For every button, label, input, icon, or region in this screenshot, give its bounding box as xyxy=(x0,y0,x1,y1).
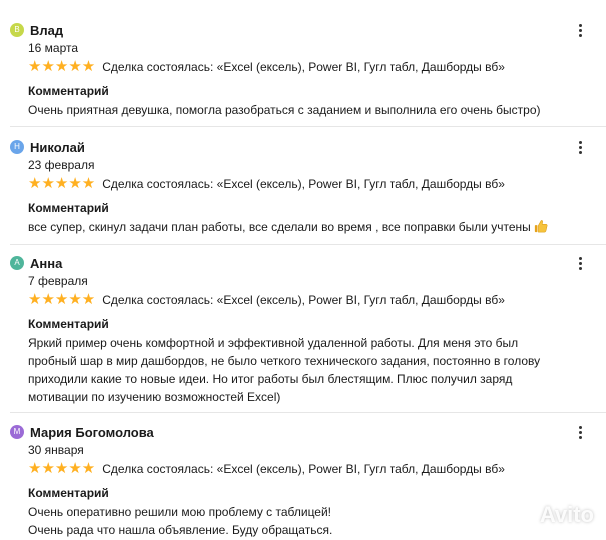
avatar[interactable]: Н xyxy=(10,140,24,154)
author-name[interactable]: Мария Богомолова xyxy=(30,425,154,440)
deal-info: Сделка состоялась: «Excel (ексель), Powe… xyxy=(102,293,505,307)
thumbs-up-icon xyxy=(535,220,548,233)
more-options-button[interactable] xyxy=(574,423,586,441)
comment-line: пробный шар в мир дашбордов, не было чет… xyxy=(28,354,541,368)
star-rating: ★★★★★ xyxy=(28,58,96,75)
review-header: А Анна xyxy=(10,254,62,272)
rating-row: ★★★★★ Сделка состоялась: «Excel (ексель)… xyxy=(28,291,505,309)
comment-line-text: все супер, скинул задачи план работы, вс… xyxy=(28,220,531,234)
avatar[interactable]: А xyxy=(10,256,24,270)
divider xyxy=(10,412,606,413)
divider xyxy=(10,244,606,245)
star-rating: ★★★★★ xyxy=(28,291,96,308)
author-name[interactable]: Николай xyxy=(30,140,85,155)
comment-line: все супер, скинул задачи план работы, вс… xyxy=(28,218,588,236)
review-header: В Влад xyxy=(10,21,63,39)
comment-title: Комментарий xyxy=(28,317,109,331)
comment-text: Яркий пример очень комфортной и эффектив… xyxy=(28,334,588,406)
divider xyxy=(10,126,606,127)
more-options-button[interactable] xyxy=(574,254,586,272)
comment-title: Комментарий xyxy=(28,84,109,98)
star-rating: ★★★★★ xyxy=(28,175,96,192)
review-date: 7 февраля xyxy=(28,274,88,288)
review-header: М Мария Богомолова xyxy=(10,423,154,441)
deal-info: Сделка состоялась: «Excel (ексель), Powe… xyxy=(102,60,505,74)
more-options-button[interactable] xyxy=(574,138,586,156)
star-rating: ★★★★★ xyxy=(28,460,96,477)
avatar[interactable]: В xyxy=(10,23,24,37)
watermark-text: Avito xyxy=(539,502,594,527)
review-date: 16 марта xyxy=(28,41,79,55)
review-date: 23 февраля xyxy=(28,158,95,172)
comment-text: все супер, скинул задачи план работы, вс… xyxy=(28,218,588,236)
comment-line: мотивации по изучению возможностей Excel… xyxy=(28,390,281,404)
comment-line: Яркий пример очень комфортной и эффектив… xyxy=(28,336,519,350)
rating-row: ★★★★★ Сделка состоялась: «Excel (ексель)… xyxy=(28,460,505,478)
author-name[interactable]: Анна xyxy=(30,256,62,271)
comment-line: приходили какие то новые идеи. Но итог р… xyxy=(28,372,513,386)
avatar[interactable]: М xyxy=(10,425,24,439)
review-date: 30 января xyxy=(28,443,84,457)
deal-info: Сделка состоялась: «Excel (ексель), Powe… xyxy=(102,462,505,476)
review-header: Н Николай xyxy=(10,138,85,156)
comment-title: Комментарий xyxy=(28,486,109,500)
comment-title: Комментарий xyxy=(28,201,109,215)
avito-logo-icon xyxy=(504,501,533,529)
deal-info: Сделка состоялась: «Excel (ексель), Powe… xyxy=(102,177,505,191)
rating-row: ★★★★★ Сделка состоялась: «Excel (ексель)… xyxy=(28,175,505,193)
comment-line: Очень приятная девушка, помогла разобрат… xyxy=(28,103,541,117)
avito-watermark: Avito xyxy=(502,500,594,530)
rating-row: ★★★★★ Сделка состоялась: «Excel (ексель)… xyxy=(28,58,505,76)
comment-text: Очень приятная девушка, помогла разобрат… xyxy=(28,101,588,119)
more-options-button[interactable] xyxy=(574,21,586,39)
author-name[interactable]: Влад xyxy=(30,23,63,38)
